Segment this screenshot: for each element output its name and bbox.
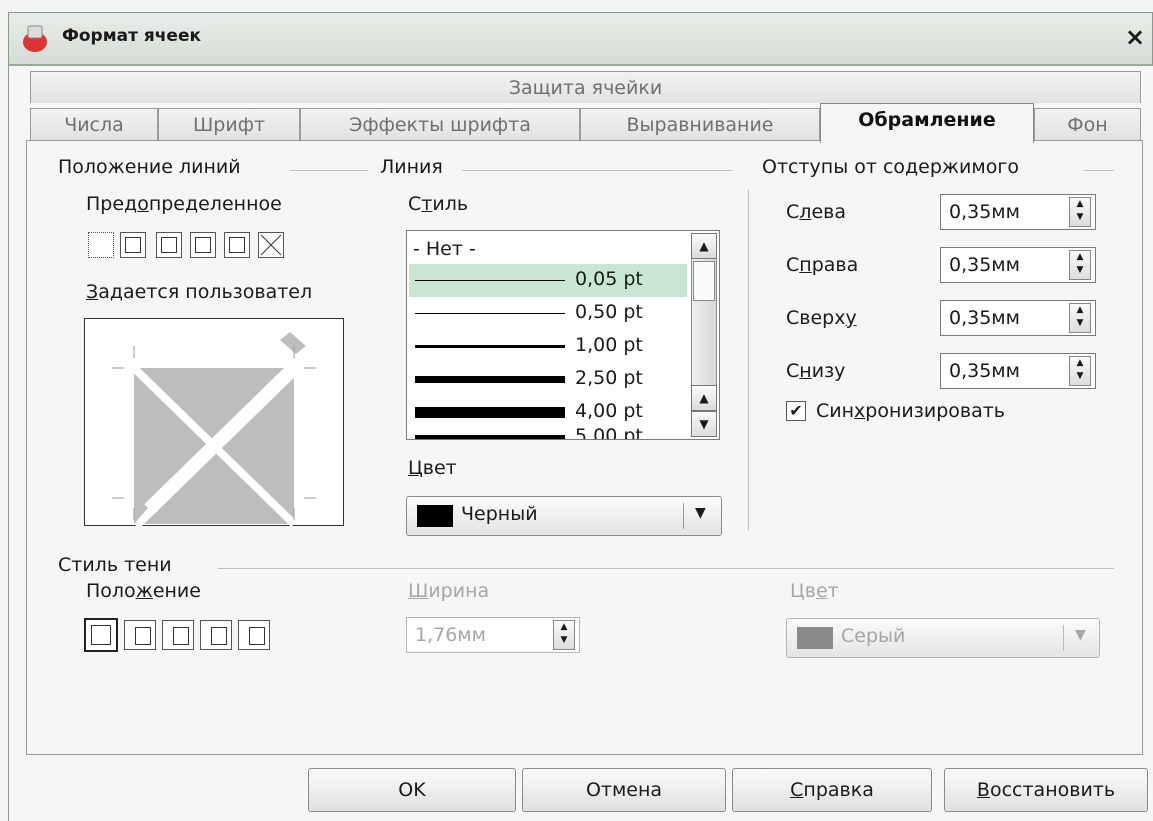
preset-outer-horizontal[interactable]	[190, 232, 216, 258]
app-calc-icon	[23, 25, 47, 52]
tab-numbers[interactable]: Числа	[30, 108, 158, 140]
default-presets-label: Предопределенное	[86, 193, 282, 215]
bottom-spacing-field[interactable]: 0,35мм ▲ ▼	[940, 353, 1096, 389]
right-spacing-label: Справа	[786, 254, 859, 276]
tab-font-effects[interactable]: Эффекты шрифта	[300, 108, 580, 140]
close-icon[interactable]: ×	[1120, 22, 1150, 52]
spin-arrows-icon[interactable]: ▲ ▼	[553, 620, 575, 650]
list-item[interactable]: 0,50 pt	[409, 297, 687, 330]
reset-button[interactable]: Восстановить	[944, 768, 1148, 812]
list-item-selected[interactable]: 0,05 pt	[409, 264, 687, 297]
chevron-down-icon: ▼	[1075, 627, 1086, 643]
shadow-width-field[interactable]: 1,76мм ▲ ▼	[406, 617, 580, 653]
border-preview[interactable]	[84, 318, 344, 526]
line-group-label: Линия	[380, 156, 443, 178]
scroll-down-arrow-icon[interactable]: ▼	[691, 411, 717, 437]
ok-button[interactable]: OK	[308, 768, 516, 812]
top-spacing-field[interactable]: 0,35мм ▲ ▼	[940, 300, 1096, 336]
bottom-spacing-label: Снизу	[786, 360, 846, 382]
right-spacing-field[interactable]: 0,35мм ▲ ▼	[940, 247, 1096, 283]
tab-cell-protection[interactable]: Защита ячейки	[30, 71, 1141, 103]
sync-label: Синхронизировать	[816, 400, 1005, 422]
vertical-divider	[748, 190, 749, 530]
spin-arrows-icon[interactable]: ▲ ▼	[1069, 197, 1091, 227]
shadow-color-value: Серый	[841, 625, 906, 647]
preset-box-outer[interactable]	[120, 232, 146, 258]
shadow-bottom-left[interactable]	[200, 620, 232, 650]
line-arrangement-label: Положение линий	[58, 156, 241, 178]
color-swatch	[417, 505, 453, 527]
line-style-list[interactable]: - Нет - 0,05 pt 0,50 pt 1,00 pt 2,50 pt …	[406, 230, 720, 440]
left-spacing-field[interactable]: 0,35мм ▲ ▼	[940, 194, 1096, 230]
scroll-thumb[interactable]	[693, 261, 715, 301]
group-divider	[290, 170, 368, 171]
list-item[interactable]: 1,00 pt	[409, 330, 687, 363]
list-item[interactable]: 5,00 pt	[409, 425, 687, 439]
preset-outer-diagonal[interactable]	[224, 232, 250, 258]
left-spacing-label: Слева	[786, 201, 846, 223]
window-title: Формат ячеек	[62, 26, 202, 46]
scroll-up-arrow-icon[interactable]: ▲	[691, 385, 717, 411]
shadow-color-label: Цвет	[790, 580, 839, 602]
tab-background[interactable]: Фон	[1034, 108, 1141, 140]
spin-arrows-icon[interactable]: ▲ ▼	[1069, 250, 1091, 280]
cancel-button[interactable]: Отмена	[522, 768, 726, 812]
chevron-down-icon: ▼	[695, 505, 706, 521]
line-color-dropdown[interactable]: Черный ▼	[406, 496, 722, 536]
shadow-top-left[interactable]	[238, 620, 270, 650]
tab-font[interactable]: Шрифт	[158, 108, 300, 140]
shadow-bottom-right[interactable]	[124, 620, 156, 650]
spin-arrows-icon[interactable]: ▲ ▼	[1069, 356, 1091, 386]
shadow-group-label: Стиль тени	[58, 554, 172, 576]
scroll-up-arrow-icon[interactable]: ▲	[691, 233, 717, 259]
group-divider	[462, 170, 732, 171]
list-item[interactable]: - Нет -	[409, 234, 687, 267]
group-divider	[218, 568, 1114, 569]
dropdown-divider	[1063, 625, 1064, 651]
tab-alignment[interactable]: Выравнивание	[580, 108, 820, 140]
preset-box-all[interactable]	[156, 232, 182, 258]
top-spacing-label: Сверху	[786, 307, 857, 329]
sync-checkbox[interactable]: ✔	[786, 401, 806, 421]
shadow-width-label: Ширина	[408, 580, 490, 602]
shadow-position-label: Положение	[86, 580, 201, 602]
color-swatch	[797, 627, 833, 649]
preset-none[interactable]	[88, 232, 114, 258]
spacing-group-label: Отступы от содержимого	[762, 156, 1019, 178]
dropdown-divider	[683, 503, 684, 529]
line-color-label: Цвет	[408, 457, 457, 479]
shadow-color-dropdown[interactable]: Серый ▼	[786, 618, 1100, 658]
line-color-value: Черный	[461, 503, 538, 525]
list-item[interactable]: 2,50 pt	[409, 363, 687, 396]
user-defined-label: Задается пользовател	[86, 281, 313, 303]
preset-diagonal[interactable]	[258, 232, 284, 258]
list-item[interactable]: 4,00 pt	[409, 396, 687, 429]
spin-arrows-icon[interactable]: ▲ ▼	[1069, 303, 1091, 333]
shadow-top-right[interactable]	[162, 620, 194, 650]
shadow-none[interactable]	[84, 618, 118, 652]
help-button[interactable]: Справка	[732, 768, 932, 812]
style-label: Стиль	[408, 193, 469, 215]
tab-borders[interactable]: Обрамление	[820, 103, 1034, 143]
group-divider	[1084, 170, 1114, 171]
